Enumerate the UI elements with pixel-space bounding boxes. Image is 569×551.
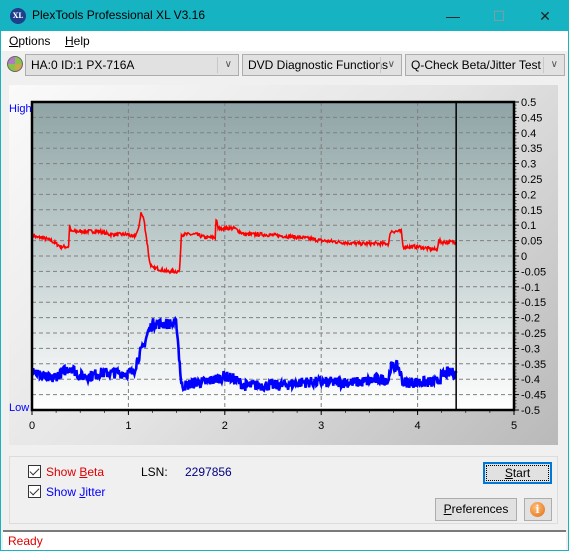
toolbar: HA:0 ID:1 PX-716A ∨ DVD Diagnostic Funct… bbox=[1, 51, 568, 79]
y-tick-label: 0.15 bbox=[521, 205, 542, 217]
start-mnemonic: S bbox=[504, 466, 513, 480]
menu-options[interactable]: Options bbox=[9, 34, 50, 48]
y-tick-label: 0.4 bbox=[521, 128, 536, 140]
app-logo-icon: XL bbox=[10, 8, 26, 24]
y-tick-label: 0.5 bbox=[521, 97, 536, 109]
x-tick-label: 5 bbox=[511, 420, 517, 432]
y-tick-label: -0.2 bbox=[521, 313, 540, 325]
show-jitter-text-rest: itter bbox=[85, 485, 106, 499]
lsn-value: 2297856 bbox=[185, 465, 232, 479]
show-beta-text: Show bbox=[46, 465, 80, 479]
app-window: XL PlexTools Professional XL V3.16 — ☐ ✕… bbox=[0, 0, 569, 551]
menu-help-label: elp bbox=[73, 34, 90, 48]
start-button[interactable]: Start bbox=[483, 462, 552, 484]
preferences-label: references bbox=[451, 502, 509, 516]
y-tick-label: 0.35 bbox=[521, 143, 542, 155]
status-bar: Ready bbox=[3, 530, 566, 550]
x-tick-label: 0 bbox=[29, 420, 35, 432]
status-text: Ready bbox=[8, 534, 43, 548]
y-tick-label: -0.1 bbox=[521, 282, 540, 294]
x-tick-label: 3 bbox=[318, 420, 324, 432]
lsn-label: LSN: bbox=[141, 465, 168, 479]
info-button[interactable]: i bbox=[524, 498, 552, 521]
test-select-value: Q-Check Beta/Jitter Test bbox=[411, 58, 541, 72]
beta-jitter-chart: 0.5 0.45 0.4 0.35 0.3 0.25 0.2 0.15 0.1 0.05 0 -0.0… bbox=[9, 97, 546, 432]
preferences-button[interactable]: Preferences bbox=[435, 498, 517, 521]
y-tick-label: 0.1 bbox=[521, 220, 536, 232]
y-tick-label: 0.45 bbox=[521, 112, 542, 124]
combo-separator bbox=[543, 57, 544, 73]
menu-options-mnemonic: O bbox=[9, 34, 19, 48]
x-tick-label: 1 bbox=[125, 420, 131, 432]
show-jitter-checkbox[interactable] bbox=[28, 485, 41, 498]
y-tick-label: -0.5 bbox=[521, 405, 540, 417]
options-panel: Show Beta Show Jitter LSN: 2297856 Start… bbox=[9, 456, 558, 524]
menu-help[interactable]: Help bbox=[65, 34, 90, 48]
y-tick-label: 0.25 bbox=[521, 174, 542, 186]
y-tick-label: 0.3 bbox=[521, 159, 536, 171]
menu-options-label: ptions bbox=[18, 34, 51, 48]
y-tick-label: 0.05 bbox=[521, 236, 542, 248]
title-bar[interactable]: XL PlexTools Professional XL V3.16 — ☐ ✕ bbox=[1, 1, 568, 31]
drive-select[interactable]: HA:0 ID:1 PX-716A ∨ bbox=[25, 54, 239, 76]
y-axis-high-label: High bbox=[9, 103, 32, 115]
x-tick-label: 2 bbox=[222, 420, 228, 432]
show-jitter-label[interactable]: Show Jitter bbox=[46, 485, 105, 499]
minimize-button[interactable]: — bbox=[430, 1, 476, 31]
y-tick-label: 0 bbox=[521, 251, 527, 263]
menu-bar: Options Help bbox=[1, 31, 568, 51]
test-select[interactable]: Q-Check Beta/Jitter Test ∨ bbox=[405, 54, 565, 76]
chevron-down-icon: ∨ bbox=[224, 59, 232, 70]
start-label: tart bbox=[512, 466, 531, 480]
y-tick-label: -0.25 bbox=[521, 328, 546, 340]
y-tick-label: -0.4 bbox=[521, 374, 540, 386]
info-icon: i bbox=[530, 502, 545, 517]
function-select[interactable]: DVD Diagnostic Functions ∨ bbox=[242, 54, 402, 76]
chart-panel: 0.5 0.45 0.4 0.35 0.3 0.25 0.2 0.15 0.1 0.05 0 -0.0… bbox=[9, 85, 558, 445]
combo-separator bbox=[380, 57, 381, 73]
close-button[interactable]: ✕ bbox=[522, 1, 568, 31]
show-beta-checkbox[interactable] bbox=[28, 465, 41, 478]
preferences-mnemonic: P bbox=[443, 502, 452, 516]
show-beta-label[interactable]: Show Beta bbox=[46, 465, 104, 479]
x-tick-label: 4 bbox=[415, 420, 421, 432]
y-axis-low-label: Low bbox=[9, 402, 29, 414]
function-select-value: DVD Diagnostic Functions bbox=[248, 58, 389, 72]
drive-select-value: HA:0 ID:1 PX-716A bbox=[31, 58, 135, 72]
y-tick-label: -0.15 bbox=[521, 297, 546, 309]
y-tick-label: -0.3 bbox=[521, 343, 540, 355]
maximize-button[interactable]: ☐ bbox=[476, 1, 522, 31]
y-tick-label: -0.35 bbox=[521, 359, 546, 371]
grid bbox=[32, 102, 514, 410]
menu-help-mnemonic: H bbox=[65, 34, 74, 48]
y-tick-label: 0.2 bbox=[521, 189, 536, 201]
y-tick-label: -0.45 bbox=[521, 390, 546, 402]
chevron-down-icon: ∨ bbox=[550, 59, 558, 70]
y-tick-label: -0.05 bbox=[521, 266, 546, 278]
combo-separator bbox=[217, 57, 218, 73]
disc-drive-icon bbox=[7, 56, 23, 72]
show-jitter-text: Show bbox=[46, 485, 80, 499]
chevron-down-icon: ∨ bbox=[387, 59, 395, 70]
show-beta-text-rest: eta bbox=[87, 465, 105, 479]
window-title: PlexTools Professional XL V3.16 bbox=[32, 8, 205, 22]
